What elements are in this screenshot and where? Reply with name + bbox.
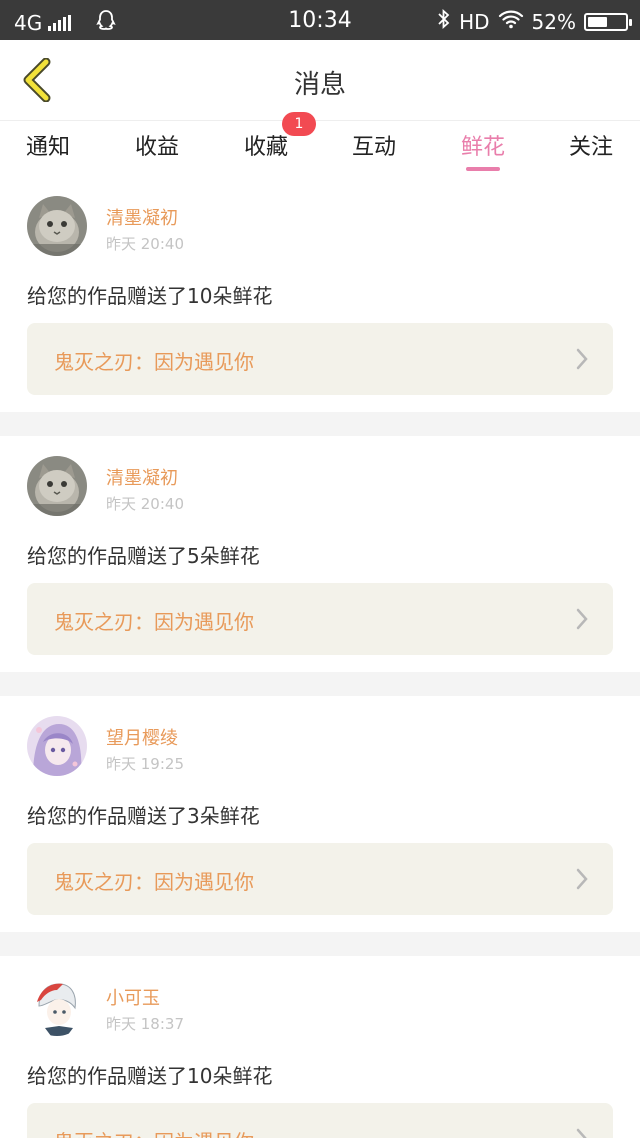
work-title: 鬼灭之刃：因为遇见你 (54, 1126, 254, 1138)
work-link[interactable]: 鬼灭之刃：因为遇见你 (27, 323, 613, 395)
card-divider (0, 672, 640, 696)
tab-notifications[interactable]: 通知 (26, 129, 70, 161)
header: 消息 (0, 40, 640, 120)
work-title: 鬼灭之刃：因为遇见你 (54, 350, 254, 374)
avatar[interactable] (27, 716, 87, 776)
wifi-icon (498, 9, 524, 34)
chevron-right-icon (576, 1128, 587, 1138)
avatar[interactable] (27, 976, 87, 1036)
message-time: 昨天 20:40 (106, 495, 184, 513)
tab-earnings[interactable]: 收益 (135, 129, 179, 161)
bluetooth-icon (437, 8, 451, 35)
message-text: 给您的作品赠送了10朵鲜花 (27, 284, 273, 308)
sender-name[interactable]: 清墨凝初 (106, 464, 178, 490)
work-link[interactable]: 鬼灭之刃：因为遇见你 (27, 1103, 613, 1138)
message-text: 给您的作品赠送了10朵鲜花 (27, 1064, 273, 1088)
avatar[interactable] (27, 456, 87, 516)
card-divider (0, 932, 640, 956)
work-link[interactable]: 鬼灭之刃：因为遇见你 (27, 843, 613, 915)
message-card: 小可玉 昨天 18:37 给您的作品赠送了10朵鲜花 鬼灭之刃：因为遇见你 (0, 956, 640, 1138)
tab-following[interactable]: 关注 (569, 129, 613, 161)
chevron-right-icon (576, 348, 588, 370)
message-card: 清墨凝初 昨天 20:40 给您的作品赠送了5朵鲜花 鬼灭之刃：因为遇见你 (0, 436, 640, 672)
message-text: 给您的作品赠送了5朵鲜花 (27, 544, 260, 568)
battery-icon (584, 12, 632, 31)
sender-name[interactable]: 小可玉 (106, 984, 160, 1010)
message-card: 清墨凝初 昨天 20:40 给您的作品赠送了10朵鲜花 鬼灭之刃：因为遇见你 (0, 176, 640, 412)
sender-name[interactable]: 望月樱绫 (106, 724, 178, 750)
work-title: 鬼灭之刃：因为遇见你 (54, 610, 254, 634)
sender-name[interactable]: 清墨凝初 (106, 204, 178, 230)
message-card: 望月樱绫 昨天 19:25 给您的作品赠送了3朵鲜花 鬼灭之刃：因为遇见你 (0, 696, 640, 932)
message-time: 昨天 19:25 (106, 755, 184, 773)
active-tab-indicator (466, 167, 500, 171)
tab-label: 关注 (569, 135, 614, 160)
tab-bar: 通知 收益 收藏 1 互动 鲜花 关注 (0, 112, 640, 176)
status-right: HD 52% (437, 8, 632, 35)
message-time: 昨天 20:40 (106, 235, 184, 253)
tab-label: 收益 (135, 135, 180, 160)
favorites-badge: 1 (282, 112, 316, 136)
message-feed: 清墨凝初 昨天 20:40 给您的作品赠送了10朵鲜花 鬼灭之刃：因为遇见你 清… (0, 176, 640, 1138)
page-title: 消息 (293, 70, 346, 100)
hd-label: HD (459, 9, 490, 34)
message-time: 昨天 18:37 (106, 1015, 184, 1033)
tab-flowers[interactable]: 鲜花 (461, 129, 506, 171)
chevron-right-icon (576, 608, 588, 630)
status-bar: 4G 10:34 HD 52% (0, 0, 640, 40)
card-divider (0, 412, 640, 436)
tab-favorites[interactable]: 收藏 (244, 129, 288, 161)
message-text: 给您的作品赠送了3朵鲜花 (27, 804, 260, 828)
work-link[interactable]: 鬼灭之刃：因为遇见你 (27, 583, 613, 655)
battery-fill (588, 16, 607, 27)
tab-label: 互动 (352, 135, 397, 160)
avatar[interactable] (27, 196, 87, 256)
battery-percent: 52% (531, 9, 576, 34)
tab-label: 鲜花 (461, 135, 506, 160)
tab-label: 通知 (26, 135, 71, 160)
tab-interactions[interactable]: 互动 (352, 129, 396, 161)
work-title: 鬼灭之刃：因为遇见你 (54, 870, 254, 894)
tab-label: 收藏 (244, 135, 289, 160)
chevron-right-icon (576, 868, 588, 890)
